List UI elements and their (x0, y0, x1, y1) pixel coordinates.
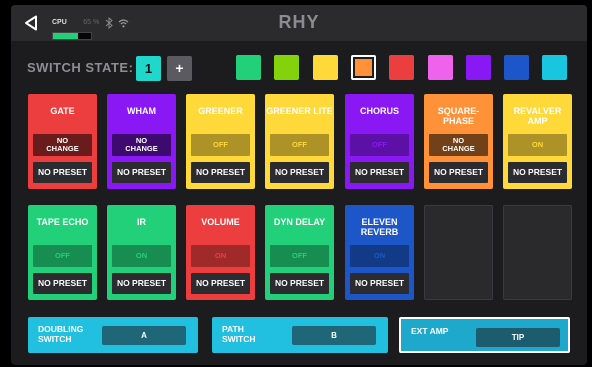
bottom-control[interactable]: PATH SWITCH B (212, 317, 388, 353)
cpu-bar-fill (53, 33, 78, 39)
color-swatch[interactable] (350, 55, 376, 80)
switch-state-label: SWITCH STATE: (27, 60, 134, 75)
empty-block-slot[interactable] (424, 205, 493, 300)
bottom-control-value[interactable]: B (292, 326, 376, 345)
color-swatch[interactable] (312, 55, 338, 80)
bottom-control-label: PATH SWITCH (222, 324, 256, 344)
color-swatch[interactable] (427, 55, 453, 80)
bottom-control[interactable]: EXT AMP TIP (399, 317, 570, 353)
block-state-button[interactable]: ON (191, 245, 250, 267)
block-preset-button[interactable]: NO PRESET (270, 162, 329, 183)
block-state-button[interactable]: ON (508, 134, 567, 156)
block-preset-button[interactable]: NO PRESET (191, 162, 250, 183)
header: CPU 65 % RHY (11, 5, 587, 41)
block-name: WHAM (127, 106, 156, 116)
block-name: TAPE ECHO (36, 217, 89, 227)
block[interactable]: CHORUS OFF NO PRESET (345, 94, 414, 189)
block[interactable]: GATE NO CHANGE NO PRESET (28, 94, 97, 189)
block-name: GATE (50, 106, 75, 116)
block-preset-button[interactable]: NO PRESET (270, 273, 329, 294)
block[interactable]: WHAM NO CHANGE NO PRESET (107, 94, 176, 189)
block-state-button[interactable]: OFF (270, 134, 329, 156)
block-preset-button[interactable]: NO PRESET (33, 162, 92, 183)
color-swatch[interactable] (504, 55, 530, 80)
block-preset-button[interactable]: NO PRESET (33, 273, 92, 294)
block-state-button[interactable]: ON (112, 245, 171, 267)
preset-title: RHY (278, 12, 320, 32)
block-state-button[interactable]: NO CHANGE (33, 134, 92, 156)
color-swatch[interactable] (389, 55, 415, 80)
block[interactable]: SQUARE- PHASE NO CHANGE NO PRESET (424, 94, 493, 189)
bottom-control-label: EXT AMP (411, 326, 449, 336)
block-preset-button[interactable]: NO PRESET (429, 162, 488, 183)
block-preset-button[interactable]: NO PRESET (508, 162, 567, 183)
block-name: GREENER LITE (266, 106, 333, 116)
block[interactable]: TAPE ECHO OFF NO PRESET (28, 205, 97, 300)
block-state-button[interactable]: NO CHANGE (429, 134, 488, 156)
block-preset-button[interactable]: NO PRESET (350, 273, 409, 294)
block-state-button[interactable]: OFF (33, 245, 92, 267)
block-name: SQUARE- PHASE (437, 106, 480, 126)
block-name: DYN DELAY (273, 217, 326, 227)
block-name: GREENER (198, 106, 243, 116)
block[interactable]: IR ON NO PRESET (107, 205, 176, 300)
block-state-button[interactable]: OFF (270, 245, 329, 267)
block[interactable]: ELEVEN REVERB ON NO PRESET (345, 205, 414, 300)
bottom-control-value[interactable]: A (102, 326, 186, 345)
empty-block-slot[interactable] (503, 205, 572, 300)
switch-state-number[interactable]: 1 (136, 56, 161, 81)
block-preset-button[interactable]: NO PRESET (350, 162, 409, 183)
block-name: CHORUS (359, 106, 399, 116)
cpu-bar (52, 32, 92, 40)
block-name: ELEVEN REVERB (360, 217, 399, 237)
block-preset-button[interactable]: NO PRESET (191, 273, 250, 294)
screen: CPU 65 % RHY SWITCH STATE: 1 + GATE NO CH… (11, 5, 587, 365)
bottom-control-label: DOUBLING SWITCH (38, 324, 84, 344)
color-swatch[interactable] (465, 55, 491, 80)
block-name: VOLUME (201, 217, 240, 227)
block-state-button[interactable]: OFF (191, 134, 250, 156)
color-swatch[interactable] (274, 55, 300, 80)
block[interactable]: GREENER OFF NO PRESET (186, 94, 255, 189)
color-swatch[interactable] (236, 55, 261, 80)
block[interactable]: VOLUME ON NO PRESET (186, 205, 255, 300)
block-preset-button[interactable]: NO PRESET (112, 273, 171, 294)
add-switch-state-button[interactable]: + (167, 56, 192, 81)
bottom-control-value[interactable]: TIP (476, 328, 560, 347)
block-state-button[interactable]: OFF (350, 134, 409, 156)
color-swatch[interactable] (542, 55, 568, 80)
block-preset-button[interactable]: NO PRESET (112, 162, 171, 183)
block-state-button[interactable]: NO CHANGE (112, 134, 171, 156)
block-name: IR (137, 217, 146, 227)
block[interactable]: DYN DELAY OFF NO PRESET (265, 205, 334, 300)
block-state-button[interactable]: ON (350, 245, 409, 267)
block-name: REVALVER AMP (513, 106, 562, 126)
bottom-control[interactable]: DOUBLING SWITCH A (28, 317, 198, 353)
block[interactable]: GREENER LITE OFF NO PRESET (265, 94, 334, 189)
block[interactable]: REVALVER AMP ON NO PRESET (503, 94, 572, 189)
